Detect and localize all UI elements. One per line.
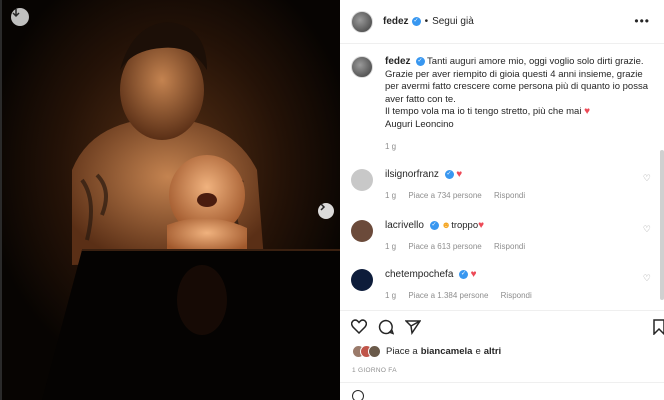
red-heart-emoji-icon: ♥ [456,169,463,180]
separator-dot: • [424,16,429,27]
red-heart-emoji-icon: ♥ [470,269,477,280]
comment-item: lacrivello ✓ ☻troppo♥ 1 g Piace a 613 pe… [351,220,651,251]
caption-avatar[interactable] [351,56,373,78]
divider [340,382,664,383]
caption-line: Il tempo vola ma io ti tengo stretto, pi… [385,106,582,117]
caption-time: 1 g [385,142,397,151]
verified-icon: ✓ [415,56,425,66]
comment-time: 1 g [385,242,397,251]
download-button[interactable] [11,8,29,26]
red-heart-emoji-icon: ♥ [478,220,485,231]
comment-time: 1 g [385,291,397,300]
verified-icon: ✓ [411,17,421,26]
comment-like-icon[interactable]: ♡ [643,273,651,284]
reply-button[interactable]: Rispondi [501,291,532,300]
comment-likes[interactable]: Piace a 1.384 persone [408,291,488,300]
author-avatar[interactable] [351,10,373,33]
red-heart-emoji-icon: ♥ [584,106,591,117]
bookmark-icon[interactable] [653,319,664,335]
reply-button[interactable]: Rispondi [494,242,525,251]
chevron-right-icon [320,203,326,211]
caption: fedez ✓ Tanti auguri amore mio, oggi vogl… [351,56,656,154]
heart-icon[interactable] [351,319,367,334]
caption-line: Tanti auguri amore mio, oggi voglio solo… [427,56,644,67]
comment-like-icon[interactable]: ♡ [643,224,651,235]
comment-avatar[interactable] [351,169,373,191]
likes-summary: Piace a biancamela e altri [352,345,501,358]
comment-user[interactable]: lacrivello [385,220,424,231]
comment-user[interactable]: ilsignorfranz [385,169,439,180]
post-date: 1 GIORNO FA [352,367,397,374]
comment-likes[interactable]: Piace a 734 persone [408,191,481,200]
heart-eyes-emoji-icon: ☻ [441,220,452,231]
comment-likes[interactable]: Piace a 613 persone [408,242,481,251]
reply-button[interactable]: Rispondi [494,191,525,200]
comment-text: troppo [451,220,479,231]
comment-like-icon[interactable]: ♡ [643,173,651,184]
likes-and: e [475,346,481,357]
comment-time: 1 g [385,191,397,200]
photo-illustration [2,0,340,400]
verified-icon: ✓ [429,220,439,230]
likes-user[interactable]: biancamela [421,346,473,357]
likes-others[interactable]: altri [484,346,501,357]
action-bar [340,310,664,340]
verified-icon: ✓ [459,269,469,279]
more-options-button[interactable]: ••• [634,14,650,28]
comment-icon[interactable] [378,319,394,335]
scrollbar[interactable] [660,150,664,300]
comment-item: chetempochefa ✓ ♥ 1 g Piace a 1.384 pers… [351,269,651,300]
caption-line: Auguri Leoncino [385,118,454,130]
caption-handle[interactable]: fedez [385,56,411,67]
likes-prefix: Piace a [386,346,418,357]
comment-user[interactable]: chetempochefa [385,269,453,280]
comment-item: ilsignorfranz ✓ ♥ 1 g Piace a 734 person… [351,169,651,200]
share-icon[interactable] [405,319,421,335]
post-panel: fedez ✓ • Segui già ••• fedez ✓ Tanti aug… [340,0,664,400]
post-header: fedez ✓ • Segui già ••• [340,0,664,44]
follow-button[interactable]: Segui già [432,16,474,27]
caption-line: Grazie per aver riempito di gioia questi… [385,68,648,105]
caption-text: fedez ✓ Tanti auguri amore mio, oggi vogl… [385,56,656,154]
author-handle[interactable]: fedez [383,16,409,27]
next-image-button[interactable] [318,203,334,219]
comment-avatar[interactable] [351,220,373,242]
liker-avatar [368,345,381,358]
comment-avatar[interactable] [351,269,373,291]
verified-icon: ✓ [444,169,454,179]
arrow-down-icon [12,9,20,18]
emoji-icon[interactable] [352,390,364,400]
post-photo [2,0,340,400]
